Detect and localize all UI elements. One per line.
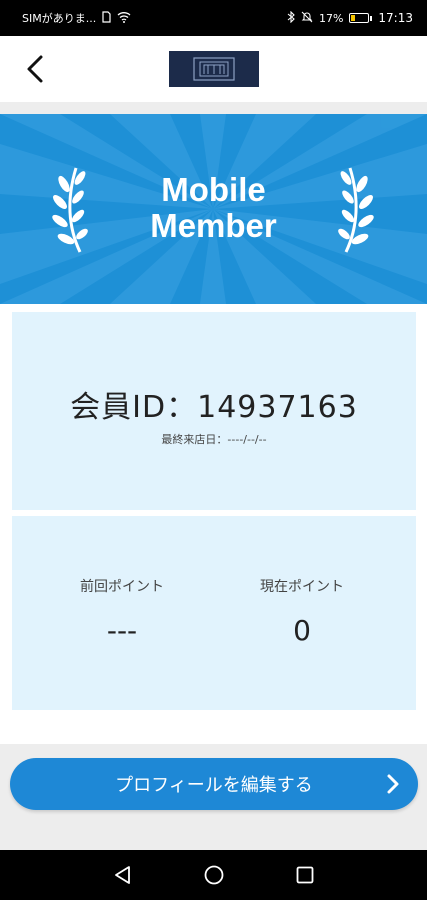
- edit-profile-button[interactable]: プロフィールを編集する: [10, 758, 418, 810]
- brand-logo: [169, 51, 259, 87]
- points-panel: 前回ポイント --- 現在ポイント 0: [12, 516, 416, 710]
- member-id-panel: 会員ID：14937163 最終来店日：----/--/--: [12, 312, 416, 510]
- current-points: 現在ポイント 0: [212, 576, 392, 647]
- chevron-left-icon: [27, 55, 43, 83]
- system-nav-bar: [0, 850, 427, 900]
- banner-title: Mobile Member: [150, 171, 277, 244]
- home-circle-icon[interactable]: [203, 864, 225, 886]
- bluetooth-icon: [287, 10, 295, 26]
- current-points-label: 現在ポイント: [260, 579, 344, 595]
- current-points-value: 0: [293, 614, 311, 647]
- chevron-right-icon: [387, 774, 399, 794]
- back-triangle-icon[interactable]: [112, 864, 134, 886]
- last-visit-date: 最終来店日：----/--/--: [161, 433, 267, 446]
- clock: 17:13: [378, 11, 413, 25]
- member-id: 会員ID：14937163: [70, 390, 358, 425]
- status-right: 17% 17:13: [287, 10, 413, 26]
- status-bar: SIMがありま... 17% 17:13: [0, 0, 427, 36]
- back-button[interactable]: [18, 50, 52, 88]
- carrier-label: SIMがありま...: [22, 12, 97, 25]
- edit-profile-label: プロフィールを編集する: [115, 775, 313, 796]
- wifi-icon: [117, 11, 131, 26]
- mute-icon: [301, 11, 313, 26]
- mobile-member-banner: Mobile Member: [0, 114, 427, 304]
- recents-square-icon[interactable]: [294, 864, 316, 886]
- app-header: [0, 36, 427, 102]
- previous-points: 前回ポイント ---: [32, 576, 212, 647]
- status-left: SIMがありま...: [22, 10, 131, 26]
- battery-percent: 17%: [318, 11, 344, 25]
- sim-card-icon: [102, 10, 111, 26]
- battery-icon: [349, 13, 373, 23]
- previous-points-label: 前回ポイント: [80, 579, 164, 595]
- previous-points-value: ---: [106, 614, 138, 647]
